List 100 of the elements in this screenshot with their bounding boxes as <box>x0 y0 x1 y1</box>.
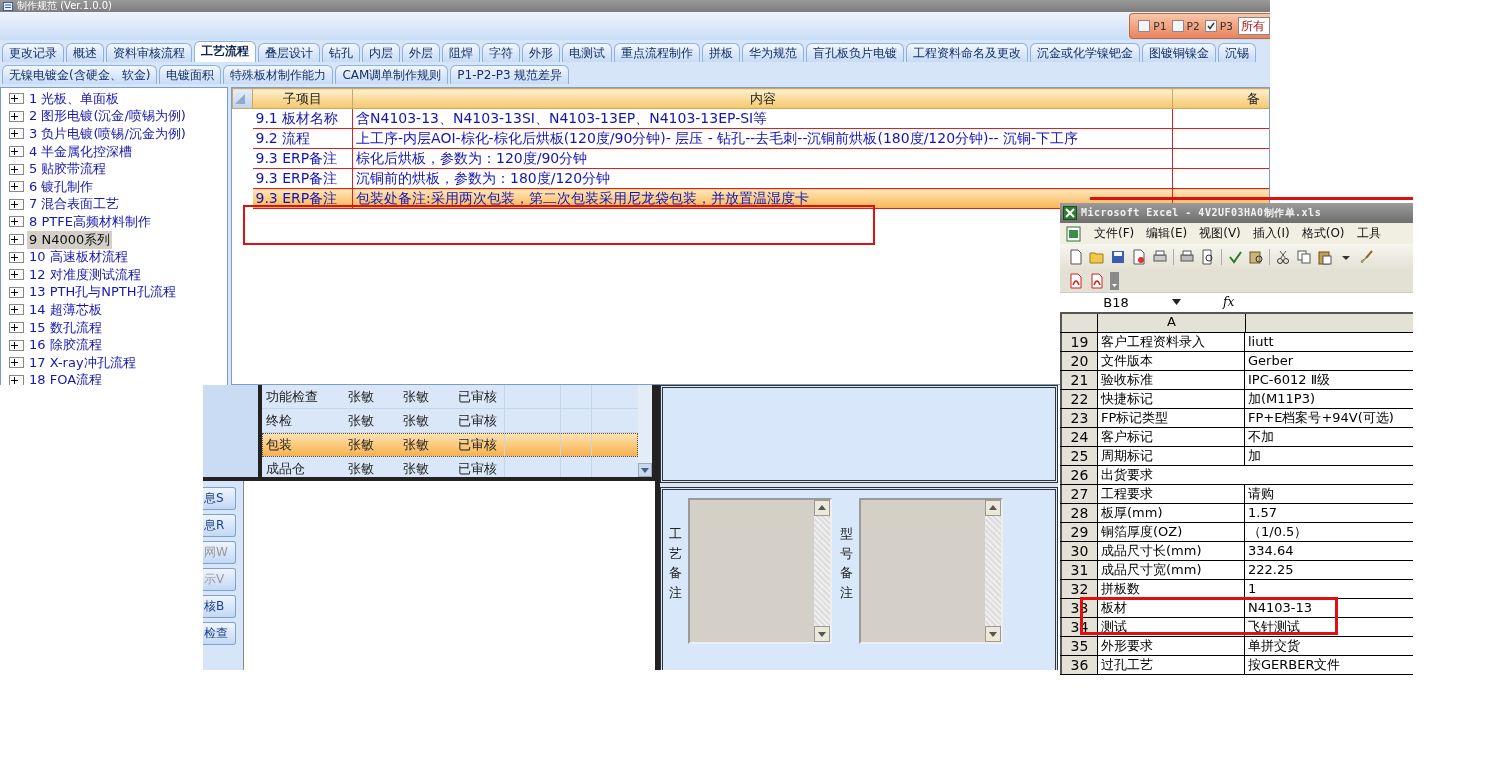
menu-item[interactable]: 视图(V) <box>1199 225 1241 242</box>
tab[interactable]: 叠层设计 <box>258 43 320 62</box>
table-row[interactable]: 包装 张敏 张敏 已审核 <box>262 433 638 457</box>
tree-item[interactable]: 4 半金属化控深槽 <box>27 142 135 161</box>
expand-icon[interactable] <box>9 304 24 316</box>
tree-item[interactable]: 3 负片电镀(喷锡/沉金为例) <box>27 125 188 143</box>
expand-icon[interactable] <box>9 181 24 193</box>
tree-item[interactable]: 2 图形电镀(沉金/喷锡为例) <box>27 107 188 126</box>
checkbox[interactable] <box>1204 20 1217 32</box>
tab[interactable]: 内层 <box>362 43 400 62</box>
menu-item[interactable]: 插入(I) <box>1252 225 1290 242</box>
expand-icon[interactable] <box>9 128 24 140</box>
expand-icon[interactable] <box>9 374 24 385</box>
table-row[interactable]: 9.2 流程 上工序-内层AOI-棕化-棕化后烘板(120度/90分钟)- 层压 - 钻孔--去毛刺--沉铜前烘板(180度/120分钟)-- 沉铜-下工序 <box>232 128 1269 149</box>
tab[interactable]: 外层 <box>402 43 440 62</box>
tab[interactable]: 概述 <box>66 43 104 62</box>
expand-icon[interactable] <box>9 146 24 158</box>
tab[interactable]: 阻焊 <box>442 43 480 62</box>
scrollbar[interactable] <box>638 385 652 477</box>
tab[interactable]: 工程资料命名及更改 <box>906 43 1028 62</box>
tab[interactable]: 重点流程制作 <box>614 43 700 62</box>
tab[interactable]: 沉金或化学镍钯金 <box>1030 43 1140 62</box>
filter-field[interactable]: 所有 <box>1238 17 1270 35</box>
tab[interactable]: 资料审核流程 <box>106 43 192 62</box>
expand-icon[interactable] <box>9 322 24 333</box>
table-row[interactable]: 9.1 板材名称 含N4103-13、N4103-13SI、N4103-13EP、N4103-13EP-SI等 <box>232 108 1269 129</box>
tab[interactable]: 字符 <box>482 43 520 62</box>
side-button[interactable]: 息S <box>203 487 236 510</box>
tab[interactable]: 电镀面积 <box>159 65 222 84</box>
tree-item[interactable]: 1 光板、单面板 <box>27 89 122 108</box>
tab[interactable]: 盲孔板负片电镀 <box>806 43 904 62</box>
tab[interactable]: CAM调单制作规则 <box>335 65 449 84</box>
tab[interactable]: 沉锡 <box>1218 43 1256 62</box>
brush-icon[interactable] <box>1359 249 1375 266</box>
side-button[interactable]: 检查 <box>203 622 236 645</box>
expand-icon[interactable] <box>9 286 24 298</box>
scroll-up-icon[interactable] <box>814 500 830 516</box>
expand-icon[interactable] <box>9 110 24 122</box>
tree-item[interactable]: 5 贴胶带流程 <box>27 160 109 179</box>
tree-item[interactable]: 14 超薄芯板 <box>27 300 104 319</box>
expand-icon[interactable] <box>9 216 24 228</box>
tree-item[interactable]: 9 N4000系列 <box>27 230 113 249</box>
tab[interactable]: 电测试 <box>562 43 612 62</box>
tab[interactable]: P1-P2-P3 规范差异 <box>450 65 570 84</box>
checkbox[interactable] <box>1171 20 1184 32</box>
tree-item[interactable]: 12 对准度测试流程 <box>27 265 143 284</box>
spelling-icon[interactable] <box>1227 249 1243 266</box>
name-box[interactable]: B18 <box>1060 294 1172 310</box>
expand-icon[interactable] <box>9 339 24 351</box>
tree-item[interactable]: 6 镀孔制作 <box>27 177 96 196</box>
menu-item[interactable]: 格式(O) <box>1301 225 1345 242</box>
document-icon[interactable] <box>1131 249 1147 266</box>
scroll-down-icon[interactable] <box>638 463 652 477</box>
expand-icon[interactable] <box>9 251 24 263</box>
side-button[interactable]: 核B <box>203 595 236 618</box>
paste-icon[interactable] <box>1317 249 1333 266</box>
expand-icon[interactable] <box>9 198 24 210</box>
tab[interactable]: 华为规范 <box>742 43 804 62</box>
expand-icon[interactable] <box>9 269 24 281</box>
save-icon[interactable] <box>1110 249 1126 266</box>
tab[interactable]: 特殊板材制作能力 <box>223 65 334 84</box>
toolbar-options-icon[interactable] <box>1110 271 1119 290</box>
new-document-icon[interactable] <box>1068 249 1084 266</box>
sheet-icon[interactable] <box>1066 225 1082 242</box>
table-row[interactable]: 9.3 ERP备注 棕化后烘板，参数为：120度/90分钟 <box>232 148 1269 169</box>
tree-item[interactable]: 16 除胶流程 <box>27 336 104 355</box>
menu-item[interactable]: 工具 <box>1356 225 1381 242</box>
tab[interactable]: 图镀铜镍金 <box>1142 43 1216 62</box>
tree-item[interactable]: 17 X-ray冲孔流程 <box>27 353 138 372</box>
tab[interactable]: 外形 <box>522 43 560 62</box>
tab[interactable]: 更改记录 <box>2 43 64 62</box>
tree-item[interactable]: 18 FOA流程 <box>27 371 105 385</box>
tree-item[interactable]: 15 数孔流程 <box>27 318 104 337</box>
scroll-down-icon[interactable] <box>985 626 1001 642</box>
expand-icon[interactable] <box>9 234 24 246</box>
tree-item[interactable]: 13 PTH孔与NPTH孔流程 <box>27 283 178 302</box>
remark-field[interactable] <box>859 498 1003 644</box>
caret-icon[interactable] <box>1172 299 1181 306</box>
copy-icon[interactable] <box>1296 249 1312 266</box>
menu-item[interactable]: 编辑(E) <box>1146 225 1188 242</box>
tree-item[interactable]: 10 高速板材流程 <box>27 248 130 267</box>
tab[interactable]: 钻孔 <box>322 43 360 62</box>
menu-item[interactable]: 文件(F) <box>1094 225 1135 242</box>
scroll-up-icon[interactable] <box>985 500 1001 516</box>
print-preview-icon[interactable] <box>1200 249 1216 266</box>
tab[interactable]: 无镍电镀金(含硬金、软金) <box>2 65 158 84</box>
tree-item[interactable]: 7 混合表面工艺 <box>27 195 122 214</box>
expand-icon[interactable] <box>9 163 24 175</box>
pdf-icon[interactable] <box>1089 272 1105 289</box>
cut-icon[interactable] <box>1275 249 1291 266</box>
tab[interactable]: 拼板 <box>702 43 740 62</box>
tree-item[interactable]: 8 PTFE高频材料制作 <box>27 212 153 231</box>
expand-icon[interactable] <box>9 93 24 105</box>
side-button[interactable]: 息R <box>203 514 236 537</box>
remark-field[interactable] <box>688 498 832 644</box>
table-row[interactable]: 9.3 ERP备注 沉铜前的烘板，参数为：180度/120分钟 <box>232 168 1269 189</box>
expand-icon[interactable] <box>9 357 24 369</box>
pdf-icon[interactable] <box>1068 272 1084 289</box>
table-row[interactable]: 功能检查 张敏 张敏 已审核 <box>262 385 638 409</box>
checkbox[interactable] <box>1138 20 1151 32</box>
